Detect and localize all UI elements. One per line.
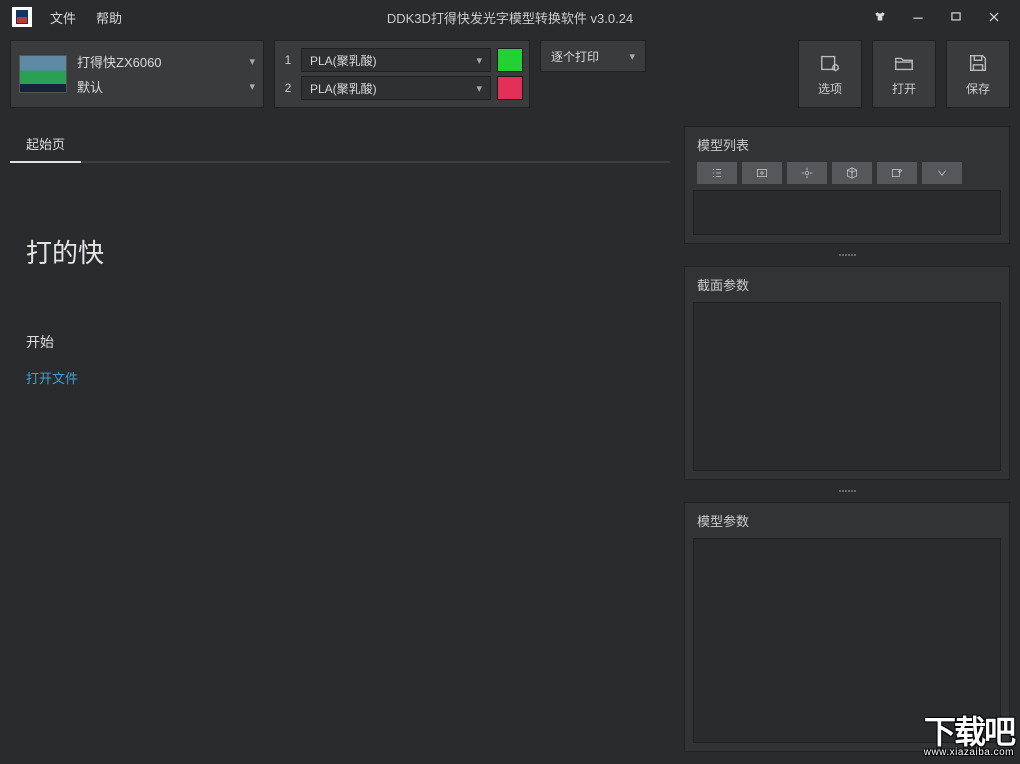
left-panel: 起始页 打的快 开始 打开文件 (10, 126, 670, 752)
watermark: 下载吧 www.xiazaiba.com (924, 716, 1014, 758)
menu-help[interactable]: 帮助 (86, 8, 132, 27)
material-2-dropdown[interactable]: PLA(聚乳酸) ▾ (301, 76, 491, 100)
folder-open-icon (893, 52, 915, 74)
resize-handle[interactable] (684, 488, 1010, 494)
tab-start[interactable]: 起始页 (10, 126, 81, 163)
app-icon (12, 7, 32, 27)
materials-group: 1 PLA(聚乳酸) ▾ 2 PLA(聚乳酸) ▾ (274, 40, 530, 108)
print-mode-dropdown[interactable]: 逐个打印 ▾ (541, 41, 645, 71)
start-heading: 打的快 (26, 233, 654, 270)
open-button[interactable]: 打开 (872, 40, 936, 108)
save-button[interactable]: 保存 (946, 40, 1010, 108)
shirt-icon[interactable] (870, 7, 890, 27)
options-label: 选项 (818, 80, 842, 97)
open-label: 打开 (892, 80, 916, 97)
printer-name-dropdown[interactable]: 打得快ZX6060 ▾ (77, 52, 255, 71)
material-1-color[interactable] (497, 48, 523, 72)
start-page: 打的快 开始 打开文件 (10, 163, 670, 387)
list-view-icon[interactable] (697, 162, 737, 184)
center-icon[interactable] (787, 162, 827, 184)
material-row-2: 2 PLA(聚乳酸) ▾ (281, 76, 523, 100)
app-title: DDK3D打得快发光字模型转换软件 v3.0.24 (0, 8, 1020, 27)
material-row-1: 1 PLA(聚乳酸) ▾ (281, 48, 523, 72)
options-icon (819, 52, 841, 74)
panel-model-list: 模型列表 (684, 126, 1010, 244)
resize-handle[interactable] (684, 252, 1010, 258)
panel-model-list-header: 模型列表 (685, 127, 1009, 162)
panel-section-header: 截面参数 (685, 267, 1009, 302)
minimize-button[interactable] (908, 7, 928, 27)
printer-name: 打得快ZX6060 (77, 52, 162, 71)
model-list-toolbar (685, 162, 1009, 190)
material-2-color[interactable] (497, 76, 523, 100)
chevron-down-icon: ▾ (476, 54, 482, 67)
material-index: 1 (281, 53, 295, 67)
save-label: 保存 (966, 80, 990, 97)
right-column: 模型列表 截面参数 模型参数 (684, 126, 1010, 752)
print-mode-group: 逐个打印 ▾ (540, 40, 646, 72)
edit-icon[interactable] (877, 162, 917, 184)
material-1-label: PLA(聚乳酸) (310, 52, 377, 69)
chevron-down-icon: ▾ (249, 80, 255, 93)
menu-file[interactable]: 文件 (40, 8, 86, 27)
chevron-down-icon: ▾ (629, 50, 635, 63)
watermark-text: 下载吧 (924, 716, 1014, 748)
chevron-down-icon: ▾ (249, 55, 255, 68)
titlebar: 文件 帮助 DDK3D打得快发光字模型转换软件 v3.0.24 (0, 0, 1020, 34)
material-index: 2 (281, 81, 295, 95)
printer-selector: 打得快ZX6060 ▾ 默认 ▾ (10, 40, 264, 108)
cube-icon[interactable] (832, 162, 872, 184)
printer-thumbnail (19, 55, 67, 93)
options-button[interactable]: 选项 (798, 40, 862, 108)
material-2-label: PLA(聚乳酸) (310, 80, 377, 97)
tab-bar: 起始页 (10, 126, 670, 163)
maximize-button[interactable] (946, 7, 966, 27)
chevron-down-icon: ▾ (476, 82, 482, 95)
section-params-body (693, 302, 1001, 471)
print-mode-label: 逐个打印 (551, 48, 599, 65)
panel-model-params-header: 模型参数 (685, 503, 1009, 538)
content-area: 起始页 打的快 开始 打开文件 模型列表 截面参数 (10, 126, 1010, 752)
material-1-dropdown[interactable]: PLA(聚乳酸) ▾ (301, 48, 491, 72)
printer-preset-dropdown[interactable]: 默认 ▾ (77, 77, 255, 96)
model-list-body (693, 190, 1001, 235)
main-toolbar: 打得快ZX6060 ▾ 默认 ▾ 1 PLA(聚乳酸) ▾ 2 PLA(聚乳酸)… (10, 40, 1010, 108)
open-file-link[interactable]: 打开文件 (26, 368, 654, 387)
panel-section-params: 截面参数 (684, 266, 1010, 480)
watermark-url: www.xiazaiba.com (924, 748, 1014, 758)
start-section-label: 开始 (26, 332, 654, 352)
close-button[interactable] (984, 7, 1004, 27)
model-params-body (693, 538, 1001, 743)
settings-small-icon[interactable] (922, 162, 962, 184)
frame-icon[interactable] (742, 162, 782, 184)
printer-preset: 默认 (77, 77, 103, 96)
save-icon (967, 52, 989, 74)
